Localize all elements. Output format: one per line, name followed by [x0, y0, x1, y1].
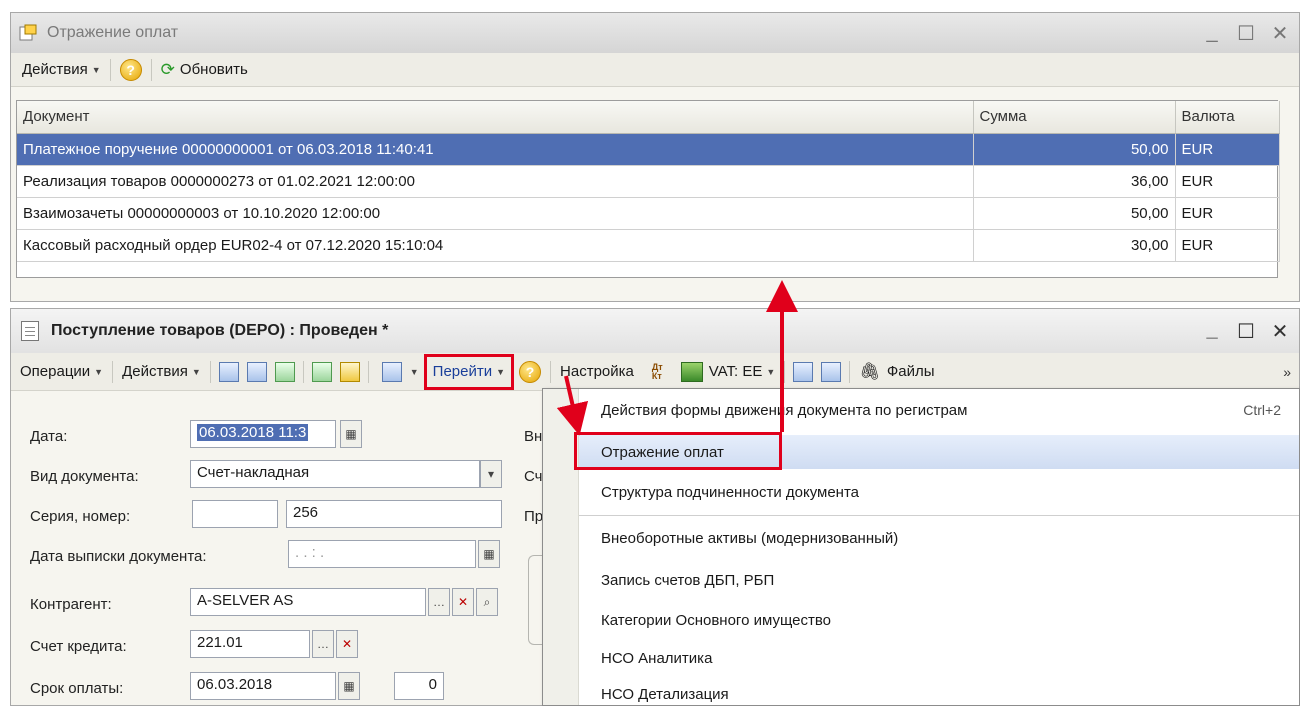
arrow-to-menu-item	[556, 375, 589, 436]
annotation-arrows	[556, 280, 798, 436]
